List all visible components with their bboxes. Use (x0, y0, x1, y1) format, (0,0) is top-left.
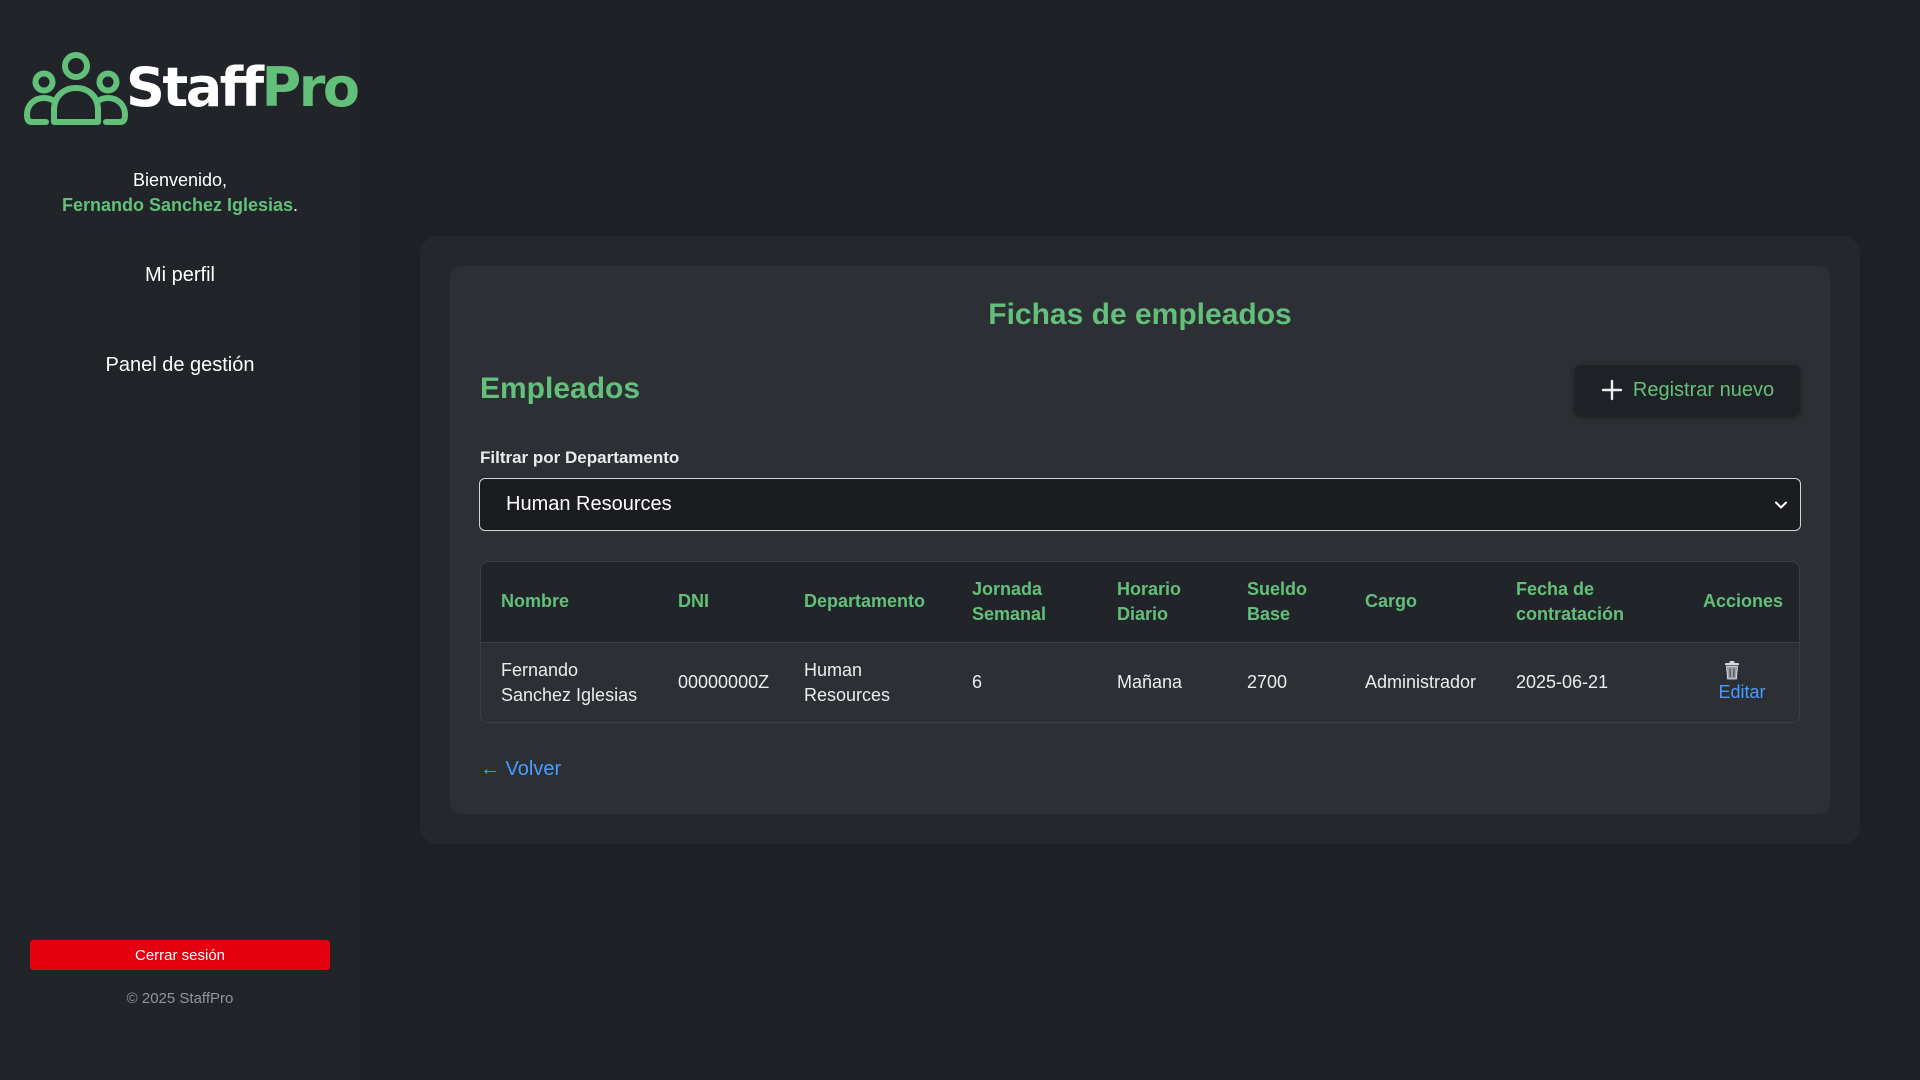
team-users-icon (24, 52, 128, 125)
user-name-suffix: . (293, 195, 299, 215)
column-header-acciones: Acciones (1703, 591, 1784, 612)
column-header-jornada-semanal[interactable]: Jornada Semanal (952, 562, 1097, 642)
cell-departamento: Human Resources (804, 659, 891, 705)
welcome-text: Bienvenido, (132, 170, 228, 190)
user-name: Fernando Sanchez Iglesias (61, 195, 294, 215)
brand-name: StaffPro (126, 61, 360, 115)
cell-dni: 00000000Z (678, 672, 770, 693)
cell-sueldo-base: 2700 (1247, 672, 1288, 693)
sidebar: StaffPro Bienvenido, Fernando Sanchez Ig… (0, 0, 360, 1080)
chevron-down-icon (1775, 501, 1787, 509)
department-filter-label: Filtrar por Departamento (480, 448, 680, 467)
cell-horario-diario: Mañana (1117, 672, 1183, 693)
plus-icon (1601, 379, 1623, 401)
column-header-cargo[interactable]: Cargo (1345, 562, 1496, 642)
back-link[interactable]: ← Volver (480, 758, 561, 781)
column-header-departamento[interactable]: Departamento (784, 562, 952, 642)
cell-fecha-contratacion: 2025-06-21 (1516, 672, 1609, 693)
welcome-message: Bienvenido, Fernando Sanchez Iglesias. (0, 168, 360, 218)
cell-acciones: Editar (1683, 642, 1799, 722)
cell-nombre: Fernando Sanchez Iglesias (501, 659, 638, 705)
nav-link-management-panel[interactable]: Panel de gestión (0, 354, 360, 377)
edit-link[interactable]: Editar (1718, 682, 1765, 702)
copyright-text: © 2025 StaffPro (126, 990, 234, 1007)
column-header-nombre[interactable]: Nombre (481, 562, 658, 642)
column-header-sueldo-base[interactable]: Sueldo Base (1227, 562, 1345, 642)
trash-icon[interactable] (1723, 660, 1741, 680)
employees-table: Nombre DNI Departamento Jornada Semanal … (480, 561, 1800, 723)
cell-cargo: Administrador (1365, 672, 1477, 693)
department-filter-select[interactable]: Human Resources (479, 478, 1801, 531)
table-header-row: Nombre DNI Departamento Jornada Semanal … (481, 562, 1799, 642)
logout-button[interactable]: Cerrar sesión (30, 940, 330, 970)
app-root: StaffPro Bienvenido, Fernando Sanchez Ig… (0, 0, 1920, 1080)
brand-logo[interactable]: StaffPro (24, 48, 360, 128)
section-title: Empleados (480, 372, 641, 405)
column-header-fecha-contratacion[interactable]: Fecha de contratación (1496, 562, 1683, 642)
column-header-dni[interactable]: DNI (658, 562, 784, 642)
department-filter-value: Human Resources (506, 493, 672, 515)
page-title: Fichas de empleados (988, 298, 1292, 331)
register-new-label: Registrar nuevo (1632, 378, 1775, 401)
brand-name-part2: Pro (261, 56, 360, 119)
column-header-horario-diario[interactable]: Horario Diario (1097, 562, 1227, 642)
content-card: Fichas de empleados Empleados Registrar … (450, 266, 1830, 814)
nav-link-profile[interactable]: Mi perfil (0, 264, 360, 287)
brand-name-part1: Staff (126, 56, 264, 119)
cell-jornada-semanal: 6 (972, 672, 983, 693)
register-new-button[interactable]: Registrar nuevo (1575, 365, 1800, 415)
table-row: Fernando Sanchez Iglesias 00000000Z Huma… (481, 642, 1799, 722)
